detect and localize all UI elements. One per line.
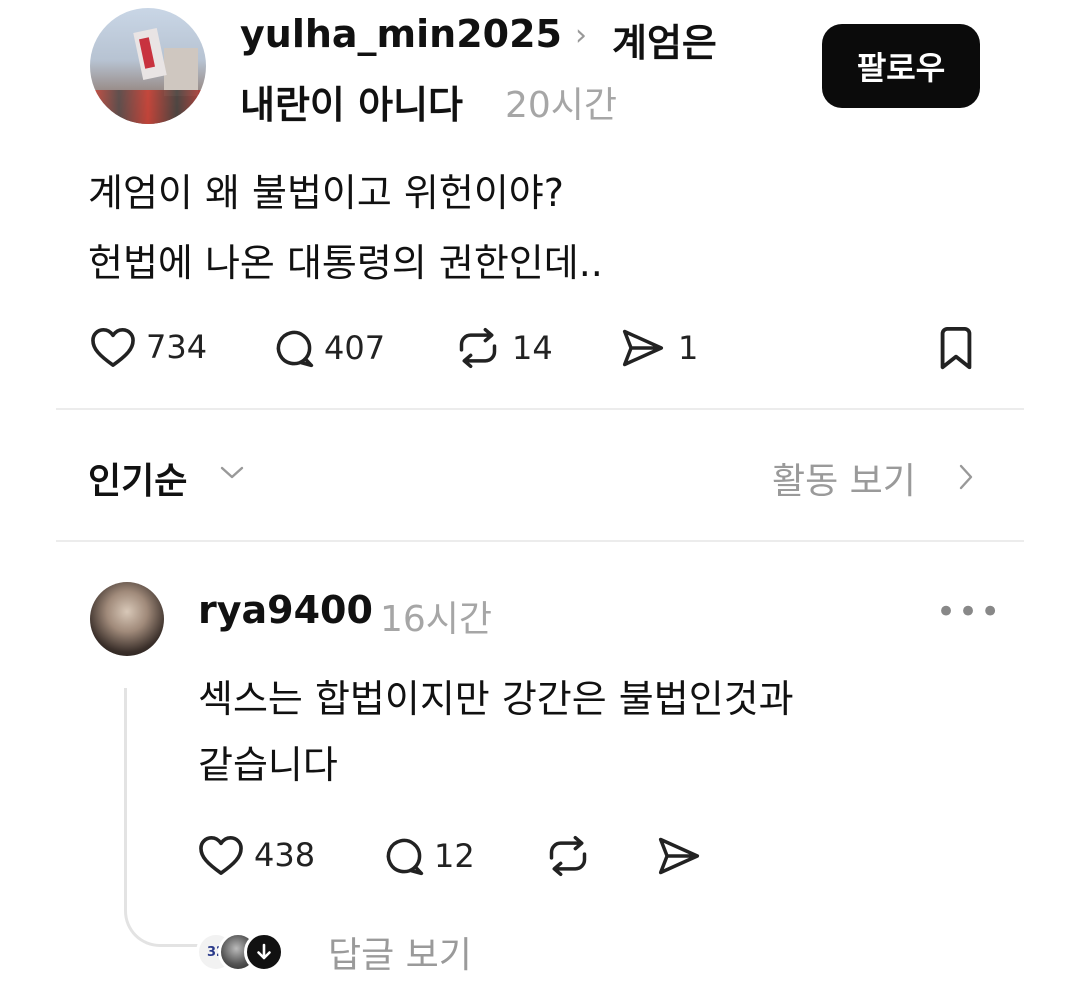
post-author-name[interactable]: yulha_min2025 [240, 12, 562, 56]
repost-count: 14 [512, 329, 553, 367]
author-avatar[interactable] [90, 8, 206, 124]
comment-author-name[interactable]: rya9400 [198, 588, 373, 632]
reply-avatars[interactable]: 32 [196, 930, 306, 974]
heart-icon [91, 328, 135, 367]
comment-author-avatar[interactable] [90, 582, 164, 656]
speech-bubble-icon [276, 330, 314, 368]
more-dots-icon[interactable]: ••• [936, 592, 1002, 632]
comment-timestamp: 16시간 [380, 599, 493, 640]
divider [56, 408, 1024, 410]
chevron-right-icon[interactable] [956, 462, 976, 496]
comment-like-count: 438 [254, 836, 316, 874]
comment-share-button[interactable] [654, 834, 704, 878]
divider [56, 540, 1024, 542]
thread-topic-line1[interactable]: 계엄은 [612, 12, 717, 67]
bookmark-icon [940, 326, 972, 370]
thread-topic-line2[interactable]: 내란이 아니다 [240, 74, 463, 129]
comment-text-line2: 같습니다 [198, 743, 338, 787]
comment-repost-button[interactable] [544, 834, 592, 878]
share-count: 1 [678, 329, 699, 367]
reply-thread-line [124, 688, 207, 947]
comment-reply-button[interactable]: 12 [382, 834, 475, 878]
arrow-down-icon [244, 932, 284, 972]
like-count: 734 [146, 328, 208, 366]
comment-button[interactable]: 407 [272, 326, 385, 370]
post-timestamp: 20시간 [505, 85, 618, 126]
speech-bubble-icon [386, 838, 424, 876]
like-button[interactable]: 734 [90, 326, 207, 368]
chevron-down-icon[interactable] [218, 462, 246, 486]
send-icon [622, 329, 664, 367]
post-text-line1: 계엄이 왜 불법이고 위헌이야? [88, 171, 564, 215]
view-activity-link[interactable]: 활동 보기 [772, 452, 916, 504]
avatar-crowd [90, 90, 206, 124]
repost-arrows-icon [549, 835, 587, 877]
bookmark-button[interactable] [936, 326, 976, 376]
share-button[interactable]: 1 [618, 326, 698, 370]
follow-button[interactable]: 팔로우 [822, 24, 980, 108]
comment-count: 407 [324, 329, 386, 367]
avatar-building [164, 48, 198, 96]
post-text-line2: 헌법에 나온 대통령의 권한인데.. [88, 241, 603, 285]
chevron-right-icon: › [575, 18, 587, 53]
view-replies-link[interactable]: 답글 보기 [328, 926, 472, 978]
comment-reply-count: 12 [434, 837, 475, 875]
comment-text-line1: 섹스는 합법이지만 강간은 불법인것과 [198, 677, 794, 721]
heart-icon [199, 836, 243, 875]
sort-dropdown-label[interactable]: 인기순 [88, 452, 187, 504]
repost-button[interactable]: 14 [454, 326, 553, 370]
send-icon [658, 837, 700, 875]
comment-like-button[interactable]: 438 [198, 834, 315, 876]
repost-arrows-icon [459, 327, 497, 369]
